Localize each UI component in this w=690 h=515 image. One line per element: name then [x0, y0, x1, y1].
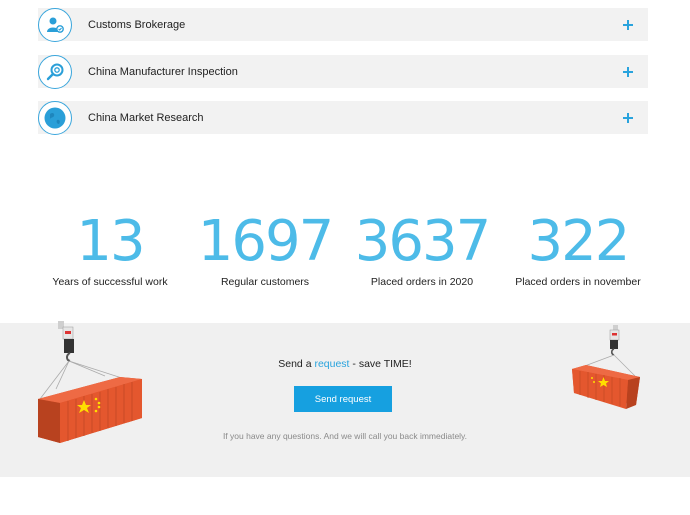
stat-years: 13 Years of successful work: [30, 209, 190, 289]
accordion-item-label: China Market Research: [88, 111, 204, 124]
services-accordion: Customs Brokerage China Manufacturer Ins…: [38, 7, 648, 147]
statistics-section: 13 Years of successful work 1697 Regular…: [28, 210, 662, 300]
request-headline-suffix: - save TIME!: [349, 358, 412, 370]
shipping-container-illustration: [572, 325, 640, 409]
stat-number: 1697: [197, 209, 335, 274]
stat-label: Years of successful work: [52, 276, 168, 288]
request-note: If you have any questions. And we will c…: [222, 431, 468, 441]
plus-icon[interactable]: [623, 19, 633, 30]
request-headline-prefix: Send a: [278, 358, 315, 370]
stat-label: Placed orders in november: [515, 276, 641, 288]
stat-orders-year: 3637 Placed orders in 2020: [342, 209, 502, 289]
user-badge-icon: [38, 7, 72, 42]
stat-orders-month: 322 Placed orders in november: [498, 209, 658, 289]
stat-number: 322: [527, 209, 631, 274]
stat-label: Regular customers: [220, 276, 310, 288]
request-link[interactable]: request: [314, 358, 349, 370]
stat-label: Placed orders in 2020: [370, 276, 474, 288]
accordion-item-manufacturer-inspection[interactable]: China Manufacturer Inspection: [38, 54, 648, 89]
accordion-item-market-research[interactable]: China Market Research: [38, 100, 648, 135]
plus-icon[interactable]: [623, 112, 633, 123]
plus-icon[interactable]: [623, 66, 633, 77]
globe-icon: [38, 100, 72, 135]
magnifier-icon: [38, 54, 72, 89]
accordion-item-customs-brokerage[interactable]: Customs Brokerage: [38, 7, 648, 42]
stat-customers: 1697 Regular customers: [185, 209, 345, 289]
accordion-item-label: China Manufacturer Inspection: [88, 65, 238, 78]
stat-number: 13: [76, 209, 145, 274]
request-band: Send a request - save TIME! Send request…: [0, 321, 690, 477]
send-request-button[interactable]: Send request: [294, 386, 392, 412]
stat-number: 3637: [354, 209, 492, 274]
accordion-item-label: Customs Brokerage: [88, 18, 186, 31]
